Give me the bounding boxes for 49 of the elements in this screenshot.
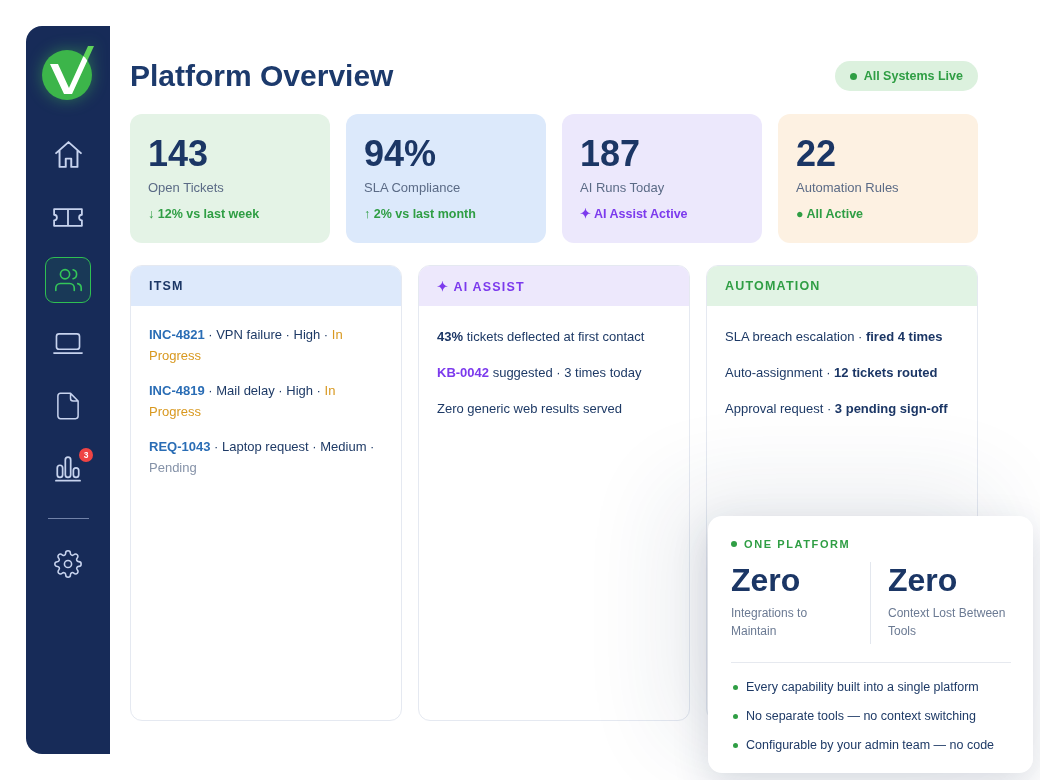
rule-line: Approval request · 3 pending sign-off (725, 400, 949, 418)
check-logo (40, 44, 96, 102)
insight-line: KB-0042 suggested · 3 times today (437, 364, 643, 382)
point-text: Every capability built into a single platform (746, 680, 979, 694)
bar-chart-icon (55, 456, 81, 482)
point-text: Configurable by your admin team — no code (746, 738, 995, 752)
stat-value: 143 (148, 134, 210, 174)
nav-item[interactable] (45, 257, 91, 303)
panel-title: AUTOMATION (725, 279, 821, 293)
metric-value: Zero (888, 562, 959, 598)
bullet-icon (733, 742, 738, 748)
insight-line: Zero generic web results served (437, 400, 623, 418)
stat-trend: ↑ 2% vs last month (364, 206, 477, 222)
metric-value: Zero (731, 562, 802, 598)
stat-label: AI Runs Today (580, 180, 666, 196)
eyebrow-label: ONE PLATFORM (744, 538, 851, 550)
stat-value: 22 (796, 134, 838, 174)
rule-line: Auto-assignment · 12 tickets routed (725, 364, 939, 382)
stat-label: Automation Rules (796, 180, 900, 196)
stat-value: 187 (580, 134, 642, 174)
notification-badge: 3 (79, 448, 93, 462)
stat-label: Open Tickets (148, 180, 225, 196)
rule-line: SLA breach escalation · fired 4 times (725, 328, 944, 346)
stat-trend: ↓ 12% vs last week (148, 206, 261, 222)
bullet-icon (733, 713, 738, 719)
dot-icon (731, 541, 737, 547)
panel-title: ✦ AI ASSIST (437, 278, 525, 294)
stat-trend: ✦ AI Assist Active (580, 206, 689, 222)
stat-value: 94% (364, 134, 438, 174)
laptop-icon (53, 332, 83, 354)
document-icon (57, 392, 79, 420)
ticket-line: REQ-1043 · Laptop request · Medium · Pending (149, 438, 376, 477)
page-title: Platform Overview (130, 58, 394, 94)
bullet-icon (733, 684, 738, 690)
home-icon (54, 140, 82, 168)
settings-icon (54, 550, 82, 578)
insight-line: 43% tickets deflected at first contact (437, 328, 646, 346)
status-dot-icon (849, 72, 857, 80)
stat-trend: ● All Active (796, 206, 865, 222)
point-text: No separate tools — no context switching (746, 709, 976, 723)
ticket-line: INC-4819 · Mail delay · High · In Progress (149, 382, 337, 421)
status-label: All Systems Live (863, 69, 963, 83)
stat-label: SLA Compliance (364, 180, 462, 196)
metric-label: Integrations to Maintain (731, 605, 809, 640)
ticket-icon (53, 207, 83, 227)
metric-label: Context Lost Between Tools (888, 605, 1007, 640)
users-icon (54, 268, 82, 292)
ticket-line: INC-4821 · VPN failure · High · In Progress (149, 326, 344, 365)
panel-title: ITSM (149, 279, 184, 293)
